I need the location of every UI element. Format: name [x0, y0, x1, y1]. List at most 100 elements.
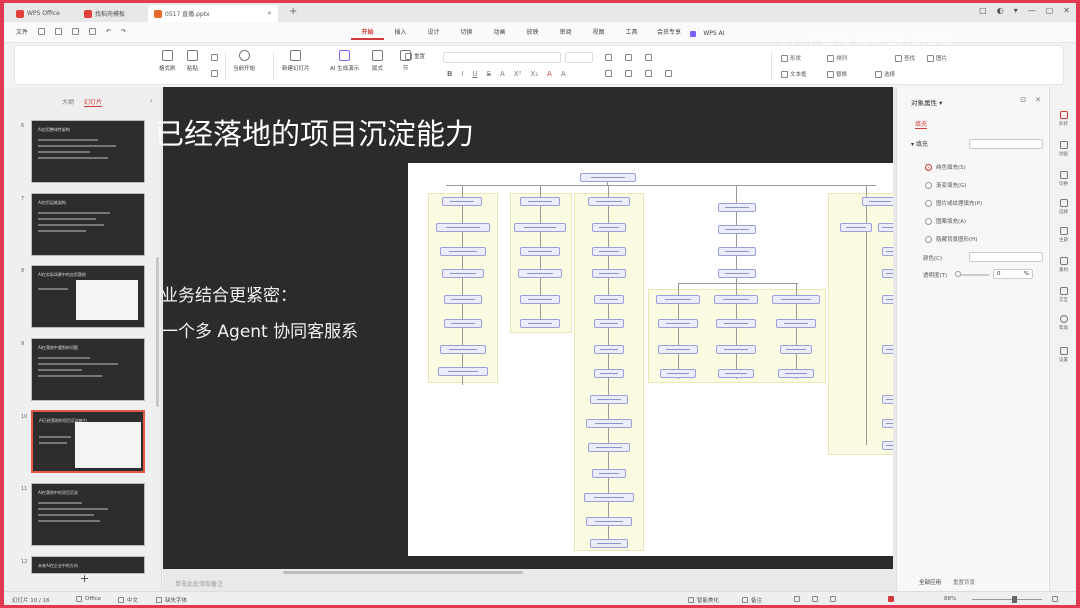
export-pdf-icon[interactable]	[89, 28, 97, 35]
radio-gradient-fill[interactable]: 渐变填充(G)	[925, 181, 967, 189]
layout-button[interactable]: 版式	[372, 50, 383, 72]
minimize-button[interactable]: —	[1028, 6, 1036, 15]
radio-pattern-fill[interactable]: 图案填充(A)	[925, 217, 966, 225]
rail-interaction[interactable]: 交互	[1052, 287, 1075, 303]
slides-scrollbar[interactable]	[156, 257, 159, 407]
rail-select[interactable]: 选择	[1052, 199, 1075, 215]
rail-shape[interactable]: 形状	[1052, 111, 1075, 127]
bold-button[interactable]: B	[447, 70, 452, 78]
tab-view[interactable]: 视图	[582, 27, 615, 40]
tab-wps-ai[interactable]: WPS AI	[690, 27, 730, 40]
numbering-button[interactable]	[625, 54, 632, 61]
rail-theme[interactable]: 主题	[1052, 227, 1075, 243]
play-slideshow-button[interactable]	[888, 596, 894, 602]
align-center-button[interactable]	[625, 70, 632, 77]
replace-button[interactable]: 替换	[827, 70, 847, 78]
align-left-button[interactable]	[605, 70, 612, 77]
subscript-button[interactable]: X₂	[530, 70, 538, 78]
transparency-input[interactable]: 0 %	[993, 269, 1033, 279]
tab-design[interactable]: 设计	[417, 27, 450, 40]
tab-tools[interactable]: 工具	[615, 27, 648, 40]
italic-button[interactable]: I	[461, 70, 463, 78]
pin-pane-icon[interactable]: ⊡	[1020, 96, 1026, 104]
tab-wps-office[interactable]: WPS Office	[10, 5, 66, 22]
language-indicator[interactable]: 中文	[118, 596, 138, 604]
paste-button[interactable]: 粘贴	[187, 50, 198, 72]
select-button[interactable]: 选择	[875, 70, 895, 78]
underline-button[interactable]: U	[472, 70, 477, 78]
reading-view-button[interactable]	[830, 596, 836, 602]
rail-transition[interactable]: 切换	[1052, 171, 1075, 187]
font-size-select[interactable]	[565, 52, 593, 63]
reset-button[interactable]: 重置	[405, 52, 425, 60]
print-icon[interactable]	[72, 28, 80, 35]
notes-placeholder[interactable]: 单击此处添加备注	[175, 579, 223, 588]
maximize-button[interactable]: ▢	[1046, 6, 1054, 15]
tab-slideshow[interactable]: 放映	[516, 27, 549, 40]
font-color-button[interactable]: A	[547, 70, 552, 78]
properties-title[interactable]: 对象属性 ▾	[911, 97, 942, 107]
bullets-button[interactable]	[605, 54, 612, 61]
slider-handle[interactable]	[955, 271, 961, 277]
play-from-current-button[interactable]: 当前开始	[233, 50, 255, 72]
rail-animation[interactable]: 动画	[1052, 141, 1075, 157]
justify-button[interactable]	[665, 70, 672, 77]
close-pane-icon[interactable]: ✕	[1035, 96, 1041, 104]
skin-icon[interactable]: ◐	[997, 6, 1004, 15]
collapse-pane-icon[interactable]: ‹	[150, 96, 153, 105]
fill-section-header[interactable]: ▾ 填充	[911, 139, 928, 148]
notes-toggle[interactable]: 备注	[742, 596, 762, 604]
transparency-slider[interactable]	[955, 271, 989, 277]
canvas-horizontal-scrollbar[interactable]	[283, 571, 523, 574]
reset-background-button[interactable]: 重置背景	[953, 578, 975, 586]
rail-help[interactable]: 帮助	[1052, 315, 1075, 331]
zoom-handle[interactable]	[1012, 596, 1017, 603]
sorter-view-button[interactable]	[812, 596, 818, 602]
new-slide-button[interactable]: 新建幻灯片	[282, 50, 310, 72]
superscript-button[interactable]: X²	[514, 70, 522, 78]
radio-hide-background[interactable]: 隐藏背景图形(H)	[925, 235, 977, 243]
layout-icon[interactable]: □	[979, 6, 987, 15]
tab-animation[interactable]: 动画	[483, 27, 516, 40]
find-button[interactable]: 查找	[895, 54, 915, 62]
fill-type-select[interactable]	[969, 139, 1043, 149]
align-right-button[interactable]	[645, 70, 652, 77]
tab-transitions[interactable]: 切换	[450, 27, 483, 40]
rail-settings[interactable]: 设置	[1052, 347, 1075, 363]
copy-button[interactable]	[211, 70, 218, 77]
apply-all-button[interactable]: 全部应用	[919, 578, 941, 586]
indent-button[interactable]	[645, 54, 652, 61]
slide-thumbnail[interactable]: AI应用运维架构	[31, 193, 145, 256]
rail-material[interactable]: 素材	[1052, 257, 1075, 273]
cut-button[interactable]	[211, 54, 218, 61]
highlight-button[interactable]: A	[561, 70, 566, 78]
slide-bullet-2[interactable]: 一个多 Agent 协同客服系	[161, 317, 358, 342]
save-icon[interactable]	[38, 28, 46, 35]
slide-thumbnail[interactable]: AI应用整体性架构	[31, 120, 145, 183]
radio-solid-fill[interactable]: 纯色填充(S)	[925, 163, 966, 171]
slide-bullet-1[interactable]: 业务结合更紧密：	[161, 281, 297, 306]
slide-thumbnail[interactable]: AI在实际场景中的应用落地	[31, 265, 145, 328]
slide-thumbnail[interactable]: AI在落地中遇到的问题	[31, 338, 145, 401]
color-select[interactable]	[969, 252, 1043, 262]
add-slide-button[interactable]: +	[80, 572, 89, 585]
format-painter-button[interactable]: 格式刷	[159, 50, 176, 72]
smart-beautify-button[interactable]: 智能美化	[688, 596, 719, 604]
flowchart-image[interactable]	[408, 163, 893, 556]
radio-picture-fill[interactable]: 图片或纹理填充(P)	[925, 199, 982, 207]
ai-generate-button[interactable]: AI 生成演示	[330, 50, 359, 72]
shape-button[interactable]: 形状	[781, 54, 801, 62]
close-tab-icon[interactable]: ✕	[267, 10, 272, 17]
redo-icon[interactable]: ↷	[121, 28, 126, 35]
new-tab-button[interactable]: +	[289, 6, 297, 17]
tab-presentation[interactable]: 0517 直播.pptx ✕	[148, 5, 278, 22]
tab-docer-templates[interactable]: 找稻壳模板	[78, 5, 131, 22]
text-effect-button[interactable]: A	[500, 70, 505, 78]
normal-view-button[interactable]	[794, 596, 800, 602]
current-slide[interactable]: 已经落地的项目沉淀能力 业务结合更紧密： 一个多 Agent 协同客服系	[155, 87, 893, 569]
fit-window-button[interactable]	[1052, 596, 1058, 602]
arrange-button[interactable]: 排列	[827, 54, 847, 62]
tab-fill[interactable]: 填充	[915, 119, 928, 129]
menu-caret-icon[interactable]: ▾	[1014, 6, 1018, 15]
theme-indicator[interactable]: Office	[76, 596, 101, 602]
